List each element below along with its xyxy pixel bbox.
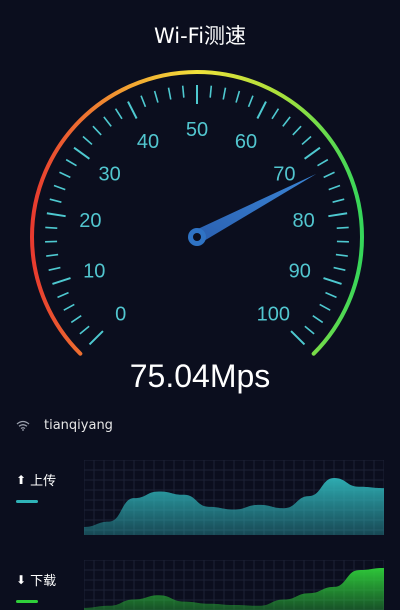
gauge-tick-label: 90 bbox=[289, 260, 311, 282]
gauge-minor-tick bbox=[336, 226, 349, 230]
gauge-minor-tick bbox=[332, 198, 345, 203]
gauge-minor-tick bbox=[46, 253, 59, 257]
gauge-minor-tick bbox=[247, 95, 254, 108]
gauge-minor-tick bbox=[222, 87, 227, 100]
download-label-text: 下载 bbox=[30, 574, 57, 589]
download-label: ⬇ 下载 bbox=[16, 570, 57, 590]
upload-graph bbox=[84, 460, 384, 535]
upload-label: ⬆ 上传 bbox=[16, 470, 57, 490]
gauge-tick-label: 20 bbox=[79, 210, 101, 232]
gauge-major-tick bbox=[256, 101, 267, 119]
gauge-minor-tick bbox=[92, 125, 102, 136]
upload-indicator bbox=[16, 500, 38, 503]
gauge-minor-tick bbox=[70, 315, 82, 324]
gauge-minor-tick bbox=[57, 291, 69, 299]
network-info: tianqiyang bbox=[16, 415, 113, 435]
gauge-minor-tick bbox=[301, 135, 312, 146]
upload-arrow-icon: ⬆ bbox=[16, 472, 27, 487]
gauge-minor-tick bbox=[167, 87, 172, 100]
network-name: tianqiyang bbox=[44, 417, 113, 433]
gauge-minor-tick bbox=[82, 135, 93, 146]
speed-gauge: 0 10 20 30 40 50 60 70 80 90 100 bbox=[30, 70, 364, 356]
gauge-major-tick bbox=[323, 277, 342, 285]
gauge-minor-tick bbox=[317, 158, 329, 167]
gauge-major-tick bbox=[304, 146, 321, 160]
gauge-tick-label: 10 bbox=[83, 260, 105, 282]
gauge-major-tick bbox=[290, 330, 306, 346]
gauge-major-tick bbox=[328, 212, 348, 218]
wifi-icon bbox=[16, 420, 30, 431]
gauge-minor-tick bbox=[323, 171, 335, 179]
gauge-minor-tick bbox=[140, 95, 147, 108]
gauge-major-tick bbox=[73, 146, 90, 160]
gauge-minor-tick bbox=[65, 158, 77, 167]
gauge-minor-tick bbox=[328, 184, 341, 191]
gauge-major-tick bbox=[46, 212, 66, 218]
gauge-tick-label: 40 bbox=[137, 131, 159, 153]
gauge-minor-tick bbox=[103, 116, 112, 127]
gauge-minor-tick bbox=[335, 253, 348, 257]
upload-label-text: 上传 bbox=[30, 474, 57, 489]
gauge-minor-tick bbox=[63, 303, 75, 311]
gauge-minor-tick bbox=[319, 303, 331, 311]
gauge-tick-label: 30 bbox=[99, 164, 121, 186]
gauge-minor-tick bbox=[45, 226, 58, 230]
download-graph bbox=[84, 560, 384, 610]
gauge-tick-label: 100 bbox=[257, 303, 290, 325]
download-arrow-icon: ⬇ bbox=[16, 572, 27, 587]
speed-value: 75.04Mps bbox=[129, 358, 271, 394]
gauge-minor-tick bbox=[53, 184, 66, 191]
gauge-minor-tick bbox=[181, 85, 185, 98]
gauge-minor-tick bbox=[292, 125, 302, 136]
gauge-minor-tick bbox=[333, 266, 346, 271]
gauge-tick-labels: 0 10 20 30 40 50 60 70 80 90 100 bbox=[79, 119, 315, 325]
gauge-tick-label: 60 bbox=[235, 131, 257, 153]
gauge-minor-tick bbox=[325, 291, 337, 299]
gauge-minor-tick bbox=[59, 171, 71, 179]
gauge-minor-tick bbox=[49, 198, 62, 203]
gauge-minor-tick bbox=[271, 108, 280, 120]
gauge-minor-tick bbox=[282, 116, 291, 127]
gauge-major-tick bbox=[127, 101, 138, 119]
gauge-tick-label: 70 bbox=[273, 164, 295, 186]
gauge-minor-tick bbox=[235, 90, 241, 103]
gauge-minor-tick bbox=[312, 315, 324, 324]
gauge-tick-label: 50 bbox=[186, 119, 208, 141]
gauge-major-tick bbox=[88, 330, 104, 346]
gauge-tick-label: 80 bbox=[293, 210, 315, 232]
gauge-minor-tick bbox=[114, 108, 123, 120]
gauge-minor-tick bbox=[304, 325, 315, 335]
gauge-tick-label: 0 bbox=[115, 303, 126, 325]
gauge-minor-tick bbox=[79, 325, 90, 335]
gauge-minor-tick bbox=[209, 85, 213, 98]
gauge-minor-tick bbox=[48, 266, 61, 271]
gauge-minor-tick bbox=[153, 90, 159, 103]
gauge-major-tick bbox=[52, 277, 71, 285]
download-indicator bbox=[16, 600, 38, 603]
